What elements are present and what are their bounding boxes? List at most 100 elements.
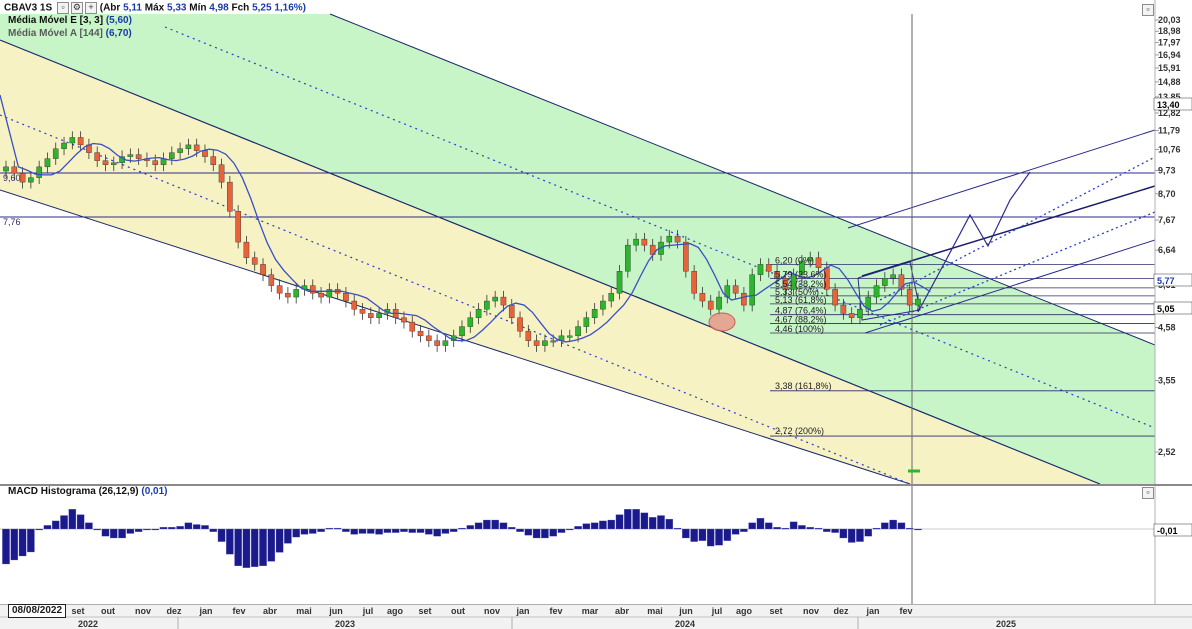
macd-bar[interactable] (93, 528, 101, 531)
candle-body[interactable] (260, 264, 266, 275)
candle-body[interactable] (765, 264, 772, 272)
macd-bar[interactable] (425, 528, 433, 535)
candle-body[interactable] (61, 142, 67, 149)
candle-body[interactable] (19, 173, 26, 183)
candle-body[interactable] (915, 298, 921, 306)
macd-bar[interactable] (259, 528, 267, 567)
candle-body[interactable] (467, 317, 474, 327)
macd-bar[interactable] (748, 522, 756, 530)
macd-bar[interactable] (458, 527, 466, 530)
candle-body[interactable] (268, 274, 275, 286)
candle-body[interactable] (36, 166, 42, 178)
candle-body[interactable] (492, 296, 498, 302)
macd-bar[interactable] (292, 528, 300, 538)
macd-bar[interactable] (789, 521, 798, 530)
candle-body[interactable] (484, 300, 490, 310)
macd-bar[interactable] (10, 528, 19, 561)
candle-body[interactable] (741, 292, 747, 306)
macd-bar[interactable] (765, 522, 773, 530)
candle-body[interactable] (533, 340, 540, 346)
candle-body[interactable] (459, 326, 465, 337)
candle-body[interactable] (409, 321, 416, 332)
candle-body[interactable] (699, 292, 706, 302)
macd-bar[interactable] (201, 525, 209, 530)
candle-body[interactable] (293, 289, 299, 298)
macd-bar[interactable] (126, 528, 135, 534)
candle-body[interactable] (442, 340, 449, 346)
candle-body[interactable] (508, 304, 515, 318)
macd-bar[interactable] (333, 527, 342, 530)
candle-body[interactable] (757, 264, 764, 275)
candle-body[interactable] (135, 154, 142, 159)
candle-body[interactable] (608, 292, 615, 302)
candle-body[interactable] (426, 335, 432, 341)
macd-bar[interactable] (773, 527, 781, 530)
add-study-button[interactable]: + (84, 2, 97, 14)
macd-bar[interactable] (367, 528, 375, 534)
macd-bar[interactable] (408, 528, 417, 533)
candle-body[interactable] (832, 289, 838, 306)
macd-bar[interactable] (814, 527, 823, 530)
macd-bar[interactable] (159, 527, 168, 530)
macd-bar[interactable] (350, 528, 358, 535)
candle-body[interactable] (368, 313, 374, 318)
macd-bar[interactable] (507, 527, 516, 530)
macd-bar[interactable] (881, 522, 889, 530)
macd-bar[interactable] (756, 518, 765, 530)
macd-bar[interactable] (76, 514, 85, 530)
candle-body[interactable] (500, 296, 507, 306)
candle-body[interactable] (434, 340, 440, 346)
macd-bar[interactable] (541, 528, 549, 539)
candle-body[interactable] (152, 160, 159, 165)
candle-body[interactable] (707, 300, 714, 310)
candle-body[interactable] (218, 164, 225, 183)
macd-bar[interactable] (151, 528, 159, 531)
macd-histogram-svg[interactable]: -0,01 (0, 486, 1192, 604)
macd-bar[interactable] (284, 528, 292, 544)
candle-body[interactable] (591, 309, 598, 318)
macd-bar[interactable] (466, 525, 475, 530)
ma-a-legend[interactable]: Média Móvel A [144] (6,70) (8, 28, 132, 40)
macd-bar[interactable] (317, 528, 325, 532)
macd-bar[interactable] (499, 522, 508, 530)
macd-maximize-button[interactable]: ▫ (1142, 487, 1154, 499)
candle-body[interactable] (127, 154, 134, 157)
candle-body[interactable] (177, 148, 183, 153)
candle-body[interactable] (550, 340, 556, 343)
candle-body[interactable] (732, 285, 739, 294)
macd-bar[interactable] (234, 528, 242, 567)
macd-bar[interactable] (897, 522, 906, 530)
candle-body[interactable] (848, 313, 855, 318)
candle-body[interactable] (882, 278, 888, 286)
macd-bar[interactable] (2, 528, 10, 565)
macd-bar[interactable] (557, 528, 566, 533)
macd-bar[interactable] (309, 528, 317, 534)
candle-body[interactable] (815, 257, 822, 268)
macd-panel[interactable]: -0,01 MACD Histograma (26,12,9) (0,01) ▫ (0, 486, 1192, 604)
candle-body[interactable] (674, 235, 681, 243)
candle-body[interactable] (417, 330, 424, 337)
candle-body[interactable] (77, 137, 84, 146)
macd-bar[interactable] (101, 528, 110, 537)
macd-bar[interactable] (673, 527, 682, 530)
macd-bar[interactable] (914, 528, 922, 531)
macd-bar[interactable] (226, 528, 234, 555)
candle-body[interactable] (873, 285, 880, 298)
candle-body[interactable] (691, 271, 697, 294)
candle-body[interactable] (210, 156, 217, 165)
macd-bar[interactable] (524, 528, 533, 536)
macd-bar[interactable] (599, 520, 607, 530)
candle-body[interactable] (525, 330, 532, 341)
candle-body[interactable] (309, 285, 316, 294)
candle-body[interactable] (44, 158, 51, 168)
macd-bar[interactable] (433, 528, 441, 537)
macd-bar[interactable] (275, 528, 284, 553)
macd-bar[interactable] (823, 528, 831, 532)
macd-bar[interactable] (176, 526, 184, 530)
macd-bar[interactable] (483, 519, 491, 530)
candle-body[interactable] (276, 285, 283, 294)
macd-bar[interactable] (723, 528, 732, 541)
candle-body[interactable] (683, 241, 689, 272)
x-axis[interactable]: set out nov dez jan fev abr mai jun jul ago set out n… (0, 604, 1192, 629)
macd-bar[interactable] (806, 527, 814, 530)
